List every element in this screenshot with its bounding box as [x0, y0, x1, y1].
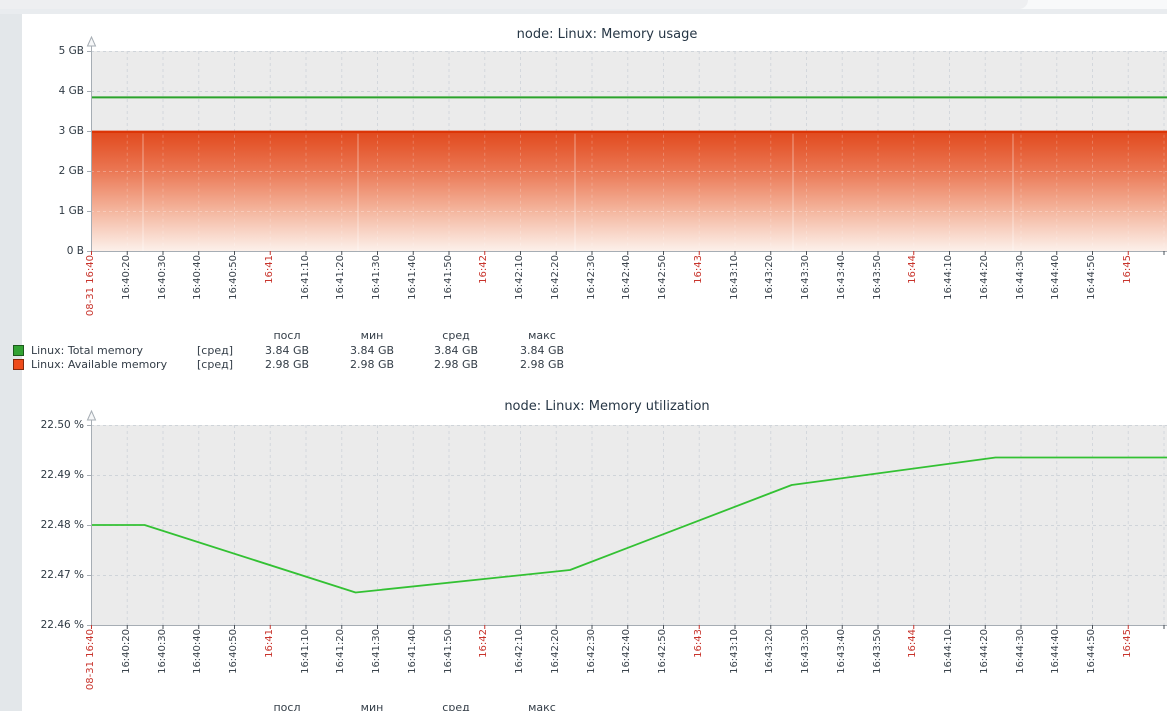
x-axis-tick-label: 16:41:20: [335, 629, 346, 674]
x-axis-tick-label: 16:41:40: [407, 629, 418, 674]
y-axis-tick-label: 22.50 %: [6, 419, 84, 431]
x-axis-tick-label: 16:43:30: [800, 629, 811, 674]
legend-column-header: сред: [411, 701, 501, 711]
legend-column-header: посл: [242, 701, 332, 711]
zabbix-graphs-page: node: Linux: Memory usage 5 GB4 GB3 GB2 …: [0, 0, 1167, 711]
x-axis-tick-label: 16:44:10: [943, 629, 954, 674]
x-axis-tick-label: 16:40:20: [121, 629, 132, 674]
y-axis-tick-label: 22.49 %: [6, 469, 84, 481]
x-axis-tick-label: 16:42:50: [657, 629, 668, 674]
x-axis-tick-label: 16:44:40: [1050, 629, 1061, 674]
x-axis-tick-label: 16:43:10: [729, 629, 740, 674]
x-axis-tick-label: 16:45: [1122, 629, 1133, 658]
x-axis-tick-label: 16:43:20: [764, 629, 775, 674]
x-axis-tick-label: 16:41:50: [443, 629, 454, 674]
x-axis-tick-label: 16:43:50: [872, 629, 883, 674]
x-axis-tick-label: 16:40:40: [192, 629, 203, 674]
y-axis-tick-label: 22.46 %: [6, 619, 84, 631]
y-axis-tick-label: 22.47 %: [6, 569, 84, 581]
x-axis-tick-label: 16:43: [693, 629, 704, 658]
x-axis-tick-label: 16:41:30: [371, 629, 382, 674]
x-axis-tick-label: 16:43:40: [836, 629, 847, 674]
x-axis-tick-label: 16:40:30: [157, 629, 168, 674]
x-axis-tick-label: 16:42:20: [550, 629, 561, 674]
x-axis-tick-label: 16:44: [907, 629, 918, 658]
x-axis-tick-label: 16:42: [478, 629, 489, 658]
y-axis-tick-label: 22.48 %: [6, 519, 84, 531]
x-axis-tick-label: 16:42:30: [586, 629, 597, 674]
x-axis-tick-label: 16:44:50: [1086, 629, 1097, 674]
x-axis-tick-label: 16:40:50: [228, 629, 239, 674]
x-axis-tick-label: 16:44:30: [1015, 629, 1026, 674]
x-axis-tick-label: 08-31 16:40: [85, 629, 96, 690]
x-axis-tick-label: 16:44:20: [979, 629, 990, 674]
x-axis-tick-label: 16:42:10: [514, 629, 525, 674]
legend-column-header: макс: [497, 701, 587, 711]
legend-column-header: мин: [327, 701, 417, 711]
x-axis-tick-label: 16:41: [264, 629, 275, 658]
x-axis-tick-label: 16:41:10: [300, 629, 311, 674]
memory-utilization-labels: 22.50 % 22.49 % 22.48 % 22.47 % 22.46 %08-31…: [0, 0, 1167, 711]
x-axis-tick-label: 16:42:40: [621, 629, 632, 674]
